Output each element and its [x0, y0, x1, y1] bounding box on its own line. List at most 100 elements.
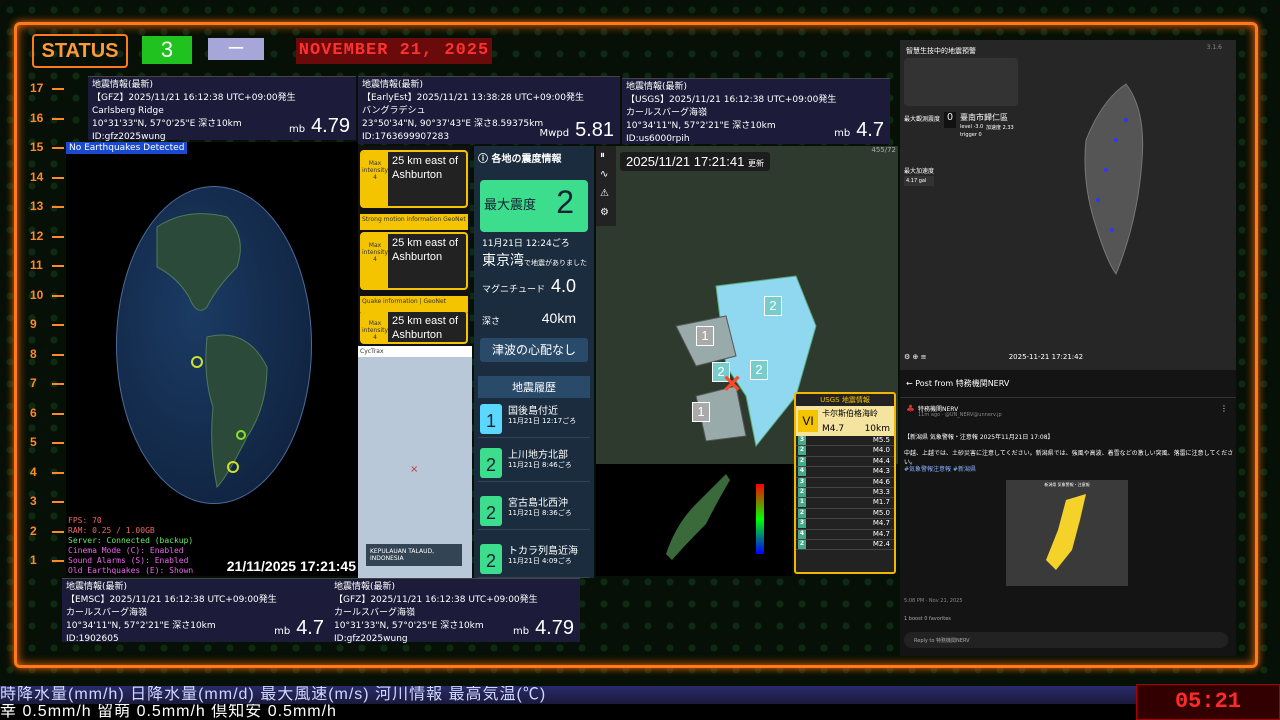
card-title: 地震情報(最新): [92, 80, 154, 90]
card-magnitude: mb 4.79: [512, 617, 574, 639]
geonet-card[interactable]: Max intensity 4 25 km east of Ashburton: [360, 232, 468, 290]
row-intensity: 1: [798, 498, 806, 508]
magnitude-row: マグニチュード 4.0: [482, 276, 576, 296]
station-name: 臺南市歸仁區: [960, 113, 1008, 122]
usgs-row[interactable]: 2 M5.0: [796, 508, 894, 520]
back-link[interactable]: ← Post from 特務機関NERV: [900, 370, 1236, 398]
niigata-map: [1046, 494, 1086, 570]
app-name: CycTrax: [358, 346, 472, 357]
pause-icon[interactable]: ⏸: [596, 146, 616, 165]
geonet-panel: Max intensity 4 25 km east of Ashburton …: [358, 146, 470, 346]
geonet-card[interactable]: Max intensity 4 25 km east of Ashburton: [360, 310, 468, 344]
usgs-row[interactable]: 2 M4.0: [796, 446, 894, 457]
taiwan-eew-panel: 智慧生技中的地震預警 3.1.6 最大觀測震度 0 臺南市歸仁區 level -…: [900, 40, 1236, 370]
post-tags[interactable]: #気象警報注意報 #新潟県: [904, 464, 976, 473]
row-intensity: 4: [798, 529, 806, 539]
stat-line: RAM: 0.25 / 1.00GB: [68, 526, 155, 535]
geonet-card[interactable]: Max intensity 4 25 km east of Ashburton: [360, 150, 468, 208]
card-magnitude: mb 4.7: [834, 119, 884, 141]
map-corner-label: 455/72: [871, 146, 896, 154]
card-magnitude: Mwpd 5.81: [539, 119, 614, 141]
globe-map[interactable]: [116, 186, 312, 504]
satellite-map[interactable]: CycTrax × KEPULAUAN TALAUD, INDONESIA: [358, 346, 472, 578]
gear-icon[interactable]: ⚙: [904, 353, 913, 361]
usgs-row[interactable]: 3 M4.7: [796, 519, 894, 530]
post-time: 5:08 PM · Nov 21, 2025: [904, 598, 963, 604]
region-label: KEPULAUAN TALAUD, INDONESIA: [366, 544, 462, 566]
panel-title: ⓘ 各地の震度情報: [478, 154, 562, 165]
layers-icon[interactable]: ≡: [921, 353, 929, 361]
max-value: 0: [944, 112, 956, 128]
quake-location: 25 km east of Ashburton: [392, 237, 459, 263]
card-magnitude: mb 4.79: [288, 115, 350, 137]
row-magnitude: M3.3: [872, 487, 890, 496]
ruler-tick: 10: [30, 288, 66, 302]
usgs-row[interactable]: 3 M5.5: [796, 436, 894, 447]
info-icon: ⓘ: [478, 154, 492, 165]
version-label: 3.1.6: [1206, 44, 1222, 51]
card-line: 【GFZ】2025/11/21 16:12:38 UTC+09:00発生: [334, 595, 538, 605]
ticker-values: 幸 0.5mm/h 留萌 0.5mm/h 倶知安 0.5mm/h: [0, 704, 1280, 720]
usgs-row[interactable]: 3 M4.6: [796, 477, 894, 488]
intensity-badge: VI: [798, 410, 818, 432]
usgs-row[interactable]: 2 M3.3: [796, 487, 894, 499]
post-image[interactable]: 新潟県 気象警報・注意報: [1006, 480, 1128, 586]
reply-input[interactable]: Reply to 特務機関NERV: [904, 632, 1228, 648]
ruler-tick: 17: [30, 81, 66, 95]
debug-stats: FPS: 70 RAM: 0.25 / 1.00GB Server: Conne…: [68, 516, 193, 576]
usgs-row[interactable]: 1 M1.7: [796, 498, 894, 509]
level-value: level -3.0: [960, 124, 984, 130]
avatar: ♣: [906, 404, 915, 415]
warning-icon[interactable]: ⚠: [596, 184, 616, 203]
account-handle: 11m ago · @UN_NERV@unnerv.jp: [918, 412, 1002, 418]
usgs-row[interactable]: 2 M2.4: [796, 539, 894, 551]
row-intensity: 3: [798, 477, 806, 487]
more-icon[interactable]: ⋮: [1220, 404, 1228, 413]
level-ruler: 17 16 15 14 13 12 11 10 9 8 7 6 5 4 3 2 1: [30, 72, 66, 632]
target-icon[interactable]: ⊕: [913, 353, 921, 361]
history-row[interactable]: 1 国後島付近 11月21日 12:17ごろ: [478, 400, 590, 438]
history-row[interactable]: 2 上川地方北部 11月21日 8:46ごろ: [478, 444, 590, 482]
ruler-tick: 2: [30, 524, 66, 538]
row-magnitude: M1.7: [872, 498, 890, 507]
ruler-tick: 15: [30, 140, 66, 154]
trigger-value: trigger 0: [960, 132, 982, 138]
card-magnitude: mb 4.7: [274, 617, 324, 639]
history-row[interactable]: 2 トカラ列島近海 11月21日 4:09ごろ: [478, 540, 590, 578]
usgs-row[interactable]: 2 M4.4: [796, 456, 894, 468]
epicenter-marker-icon: ✕: [722, 371, 743, 398]
nied-map[interactable]: [596, 464, 792, 576]
tw-timestamp: 2025-11-21 17:21:42: [1008, 353, 1084, 361]
taiwan-map: [1084, 83, 1144, 276]
post-text: 【新潟県 気象警報・注意報 2025年11月21日 17:08】: [904, 434, 1054, 441]
history-row[interactable]: 2 宮古島北西沖 11月21日 8:36ごろ: [478, 492, 590, 530]
intensity-badge: 2: [750, 360, 768, 380]
no-earthquakes-banner: No Earthquakes Detected: [66, 142, 188, 154]
quake-depth: 10km: [864, 424, 890, 434]
usgs-row[interactable]: 4 M4.3: [796, 467, 894, 478]
usgs-latest: VI 卡尔斯伯格海岭 M4.7 10km: [796, 406, 894, 436]
quake-time: 11月21日 12:24ごろ: [482, 239, 570, 249]
intensity-badge: Max intensity 4: [362, 234, 388, 288]
geonet-header: Strong motion information GeoNet: [360, 214, 468, 230]
card-title: 地震情報(最新): [66, 582, 128, 592]
row-magnitude: M4.7: [872, 519, 890, 528]
status-dash: ー: [208, 38, 264, 60]
dashboard: 17 16 15 14 13 12 11 10 9 8 7 6 5 4 3 2 1 STATUS 3 ー NOV…: [0, 0, 1280, 720]
quake-card-gfz-2: 地震情報(最新) 【GFZ】2025/11/21 16:12:38 UTC+09…: [330, 578, 580, 644]
gear-icon[interactable]: ⚙: [596, 203, 616, 222]
globe-panel[interactable]: No Earthquakes Detected FPS: 70 RAM: 0.2…: [66, 142, 358, 576]
ruler-tick: 16: [30, 111, 66, 125]
max-intensity-box: 最大震度 2: [480, 180, 588, 232]
jma-intensity-panel: ⓘ 各地の震度情報 最大震度 2 11月21日 12:24ごろ 東京湾で地震があり…: [474, 146, 594, 578]
row-magnitude: M2.4: [872, 539, 890, 548]
map-toolbar: ⚙ ⊕ ≡ 2025-11-21 17:21:42: [900, 350, 1236, 364]
map-toolbar: ⏸ ∿ ⚠ ⚙: [596, 146, 616, 226]
card-line: 【EarlyEst】2025/11/21 13:38:28 UTC+09:00発…: [362, 93, 584, 103]
usgs-header: USGS 地震情報: [820, 396, 870, 404]
accel-value: 加速度 2.33: [986, 125, 1014, 131]
card-title: 地震情報(最新): [362, 80, 424, 90]
intensity-badge: 1: [692, 402, 710, 422]
wave-icon[interactable]: ∿: [596, 165, 616, 184]
usgs-row[interactable]: 4 M4.7: [796, 529, 894, 540]
